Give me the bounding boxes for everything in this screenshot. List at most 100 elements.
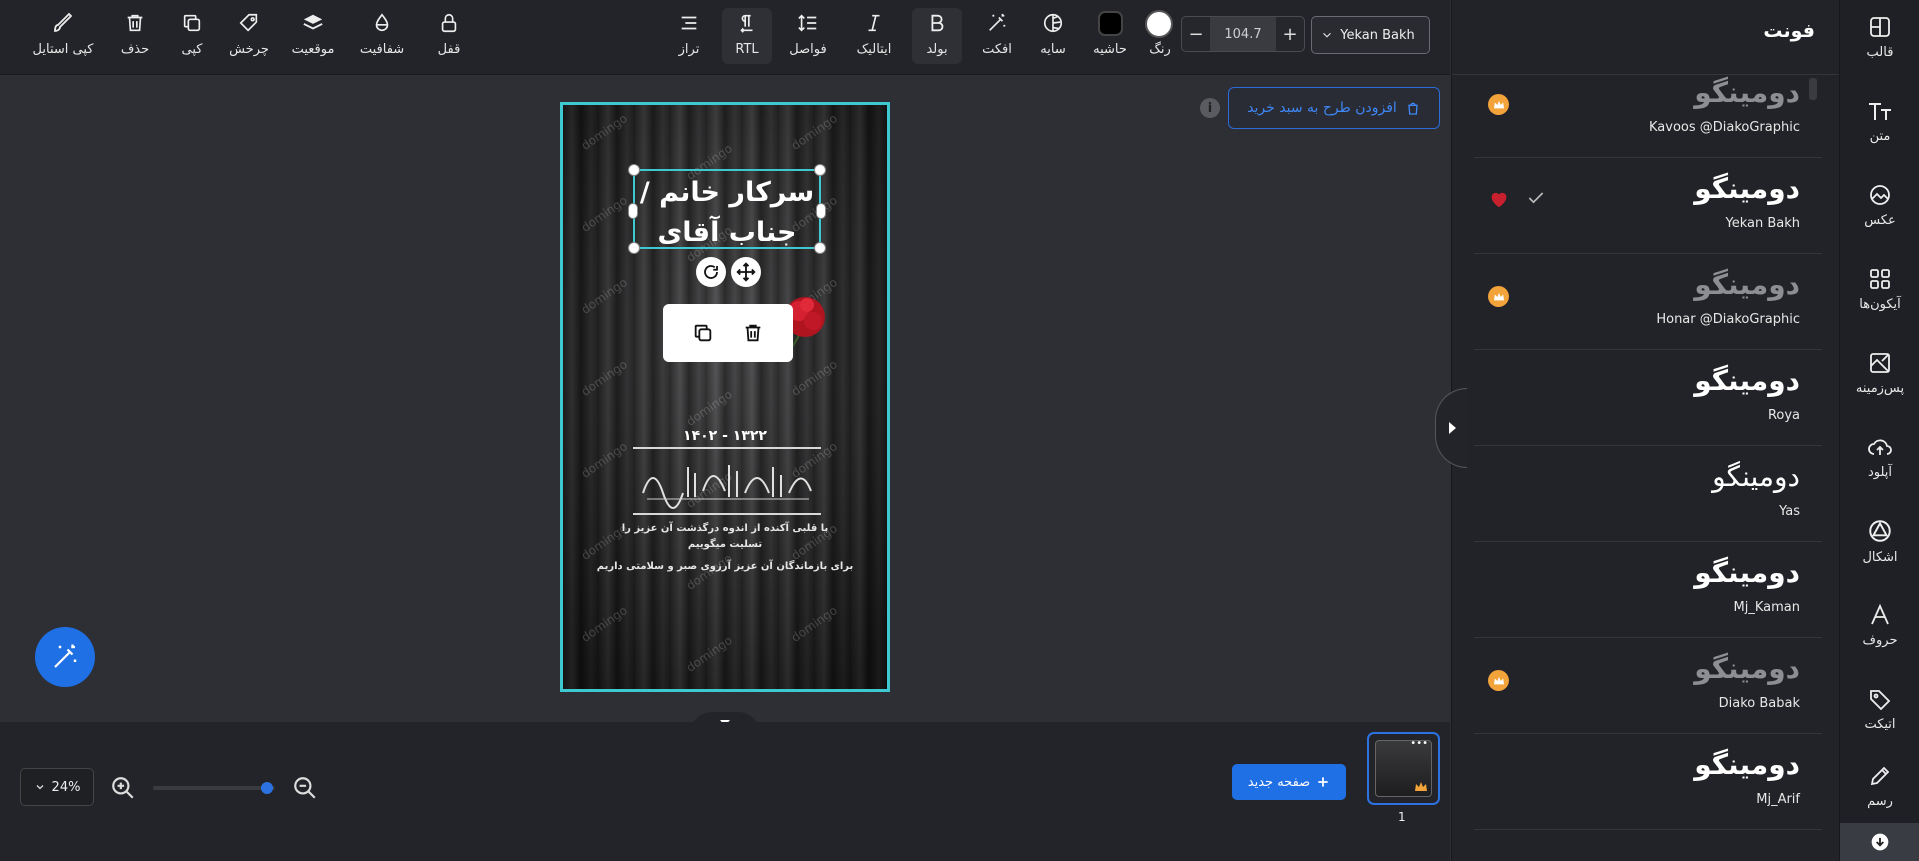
- copy-style-button[interactable]: کپی استایل: [28, 8, 98, 64]
- rail-shapes[interactable]: اشکال: [1840, 504, 1919, 579]
- font-name: Roya: [1767, 408, 1800, 423]
- layers-icon: [300, 10, 326, 36]
- cloud-upload-icon: [1868, 439, 1892, 455]
- italic-label: ایتالیک: [856, 42, 892, 57]
- font-row[interactable]: دومینگو Honar @DiakoGraphic: [1474, 254, 1822, 350]
- lock-label: قفل: [437, 42, 461, 57]
- paragraph-rtl-icon: [734, 10, 760, 36]
- design-poster[interactable]: domingo domingo domingo domingo domingo domin…: [560, 102, 890, 692]
- crown-icon: [1415, 782, 1427, 791]
- decrease-size-button[interactable]: −: [1182, 17, 1210, 51]
- zoom-slider-knob[interactable]: [261, 782, 273, 794]
- zoom-in-icon[interactable]: [110, 775, 136, 801]
- more-options-icon[interactable]: •••: [1410, 738, 1428, 749]
- grid-layout-icon: [1870, 17, 1890, 37]
- bold-button[interactable]: بولد: [912, 8, 962, 64]
- shopping-bag-icon: [1408, 102, 1418, 115]
- scroll-down-button[interactable]: [1840, 823, 1919, 861]
- resize-handle-top-right[interactable]: [814, 164, 826, 176]
- font-sample: دومینگو: [1694, 556, 1800, 589]
- zoom-slider[interactable]: [153, 782, 275, 794]
- poster-title-line-2: جناب آقای: [657, 217, 797, 248]
- rail-sticker[interactable]: اتیکت: [1840, 672, 1919, 747]
- spacing-button[interactable]: فواصل: [785, 8, 831, 64]
- premium-crown-icon: [1488, 670, 1509, 691]
- rail-photo[interactable]: عکس: [1840, 168, 1919, 243]
- font-row[interactable]: دومینگو Roya: [1474, 350, 1822, 446]
- rotate-button[interactable]: چرخش: [227, 8, 271, 64]
- zoom-value: 24%: [51, 779, 81, 795]
- font-sample: دومینگو: [1712, 460, 1800, 493]
- poster-title[interactable]: سرکار خانم / جناب آقای: [635, 173, 819, 253]
- font-row[interactable]: دومینگو Yas: [1474, 446, 1822, 542]
- effect-label: افکت: [982, 42, 1012, 57]
- rail-draw[interactable]: رسم: [1840, 756, 1919, 816]
- font-row[interactable]: دومینگو Yekan Bakh: [1474, 158, 1822, 254]
- font-row[interactable]: دومینگو Mj_Arif: [1474, 734, 1822, 830]
- chevron-down-icon: [1323, 32, 1331, 38]
- rail-template[interactable]: قالب: [1840, 0, 1919, 75]
- rail-letters[interactable]: حروف: [1840, 588, 1919, 663]
- selected-text-box[interactable]: سرکار خانم / جناب آقای: [628, 164, 826, 254]
- zoom-select[interactable]: 24%: [20, 768, 94, 806]
- effect-button[interactable]: افکت: [978, 8, 1016, 64]
- resize-handle-bottom-right[interactable]: [814, 242, 826, 254]
- font-size-input[interactable]: 104.7: [1210, 17, 1276, 51]
- rotate-handle-button[interactable]: [696, 257, 726, 287]
- delete-element-button[interactable]: [737, 317, 769, 349]
- opacity-button[interactable]: شفافیت: [357, 8, 407, 64]
- selected-check-icon: [1526, 188, 1546, 208]
- add-to-cart-button[interactable]: افزودن طرح به سبد خرید: [1228, 87, 1440, 129]
- copy-button[interactable]: کپی: [175, 8, 209, 64]
- apps-grid-icon: [1870, 269, 1890, 289]
- shadow-button[interactable]: سایه: [1038, 8, 1068, 64]
- shadow-icon: [1040, 10, 1066, 36]
- magic-wand-icon: [54, 644, 77, 668]
- duplicate-element-button[interactable]: [687, 317, 719, 349]
- page-thumbnail[interactable]: •••: [1367, 732, 1440, 805]
- font-row[interactable]: دومینگو Mj_Kaman: [1474, 542, 1822, 638]
- rail-template-label: قالب: [1866, 45, 1894, 60]
- side-rail: قالب متن عکس آیکون‌ها پس‌زمینه آپلود اشک…: [1839, 0, 1919, 861]
- element-context-menu: [663, 304, 793, 362]
- copy-label: کپی: [181, 42, 203, 57]
- bold-label: بولد: [926, 42, 948, 57]
- condolence-line-2[interactable]: تسلیت میگوییم: [563, 539, 887, 550]
- divider-bottom: [633, 513, 821, 515]
- resize-handle-top-left[interactable]: [628, 164, 640, 176]
- italic-button[interactable]: ایتالیک: [850, 8, 898, 64]
- info-icon[interactable]: i: [1200, 98, 1220, 118]
- rail-background-label: پس‌زمینه: [1855, 381, 1905, 396]
- resize-handle-left[interactable]: [628, 203, 638, 219]
- increase-size-button[interactable]: +: [1276, 17, 1304, 51]
- text-color-swatch[interactable]: [1145, 10, 1173, 38]
- zoom-out-icon[interactable]: [292, 775, 318, 801]
- rtl-button[interactable]: RTL: [722, 8, 772, 64]
- lock-button[interactable]: قفل: [432, 8, 466, 64]
- tag-icon: [1870, 690, 1891, 711]
- copy-icon: [179, 10, 205, 36]
- condolence-line-1[interactable]: با قلبی آکنده از اندوه درگذشت آن عزیز را: [563, 523, 887, 534]
- font-row[interactable]: دومینگو Kavoos @DiakoGraphic: [1474, 62, 1822, 158]
- rail-text[interactable]: متن: [1840, 84, 1919, 159]
- align-button[interactable]: تراز: [675, 8, 703, 64]
- rail-upload[interactable]: آپلود: [1840, 420, 1919, 495]
- rail-background[interactable]: پس‌زمینه: [1840, 336, 1919, 411]
- poster-years[interactable]: ۱۳۲۲ - ۱۴۰۲: [563, 428, 887, 444]
- condolence-line-3[interactable]: برای بازماندگان آن عزیز آرزوی صبر و سلام…: [563, 561, 887, 572]
- resize-handle-bottom-left[interactable]: [628, 242, 640, 254]
- font-family-select[interactable]: Yekan Bakh: [1311, 16, 1430, 54]
- resize-handle-right[interactable]: [816, 203, 826, 219]
- move-handle-button[interactable]: [731, 257, 761, 287]
- font-name: Yekan Bakh: [1725, 216, 1800, 231]
- delete-button[interactable]: حذف: [118, 8, 152, 64]
- rail-icons[interactable]: آیکون‌ها: [1840, 252, 1919, 327]
- copy-icon: [694, 324, 712, 342]
- new-page-button[interactable]: صفحه جدید: [1232, 764, 1346, 800]
- align-right-icon: [676, 10, 702, 36]
- favorite-heart-icon[interactable]: [1488, 188, 1510, 210]
- magic-ai-button[interactable]: [35, 627, 95, 687]
- font-row[interactable]: دومینگو Diako Babak: [1474, 638, 1822, 734]
- position-button[interactable]: موقعیت: [286, 8, 340, 64]
- border-color-swatch[interactable]: [1098, 11, 1123, 36]
